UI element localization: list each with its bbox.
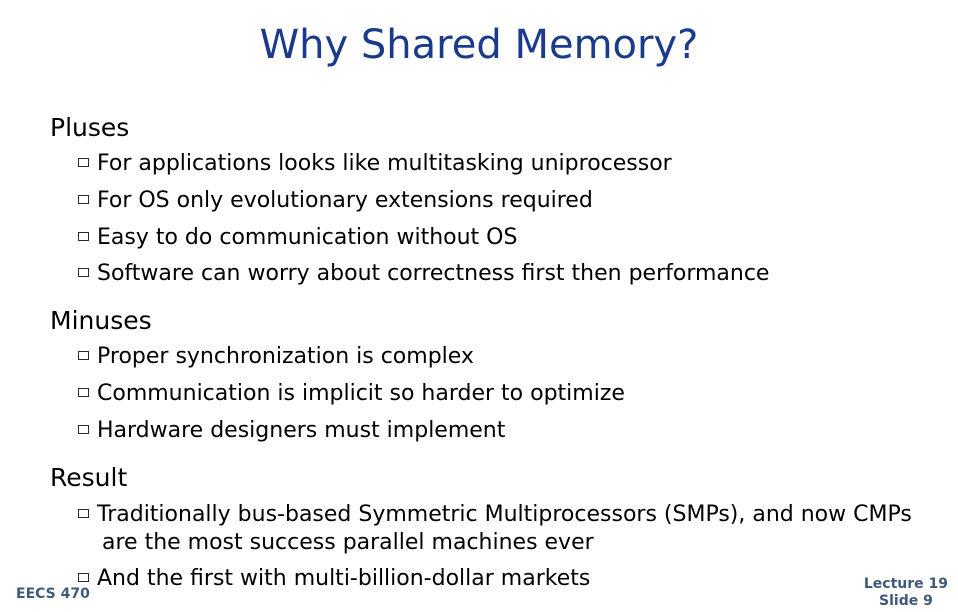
square-bullet-icon: [78, 231, 89, 241]
list-item: Communication is implicit so harder to o…: [78, 376, 625, 412]
square-bullet-icon: [78, 157, 89, 167]
square-bullet-icon: [78, 194, 89, 204]
list-item: For OS only evolutionary extensions requ…: [78, 183, 593, 219]
list-item: For applications looks like multitasking…: [78, 146, 672, 182]
square-bullet-icon: [78, 267, 89, 277]
list-item: Easy to do communication without OS: [78, 220, 517, 256]
list-item: Hardware designers must implement: [78, 413, 505, 449]
list-item-continuation: are the most success parallel machines e…: [102, 530, 594, 555]
section-heading-result: Result: [50, 463, 128, 492]
slide-title: Why Shared Memory?: [259, 22, 699, 68]
square-bullet-icon: [78, 387, 89, 397]
footer-course: EECS 470: [16, 586, 90, 602]
section-heading-pluses: Pluses: [50, 113, 130, 142]
list-item: Proper synchronization is complex: [78, 339, 474, 375]
square-bullet-icon: [78, 508, 89, 518]
section-heading-minuses: Minuses: [50, 306, 152, 335]
footer-lecture-info: Lecture 19 Slide 9: [864, 576, 948, 610]
square-bullet-icon: [78, 424, 89, 434]
footer-lecture: Lecture 19: [863, 576, 948, 592]
list-item: Software can worry about correctness fir…: [78, 256, 769, 292]
list-item: And the first with multi-billion-dollar …: [78, 561, 590, 597]
square-bullet-icon: [78, 350, 89, 360]
footer-slide-number: Slide 9: [879, 593, 933, 609]
square-bullet-icon: [78, 572, 89, 582]
